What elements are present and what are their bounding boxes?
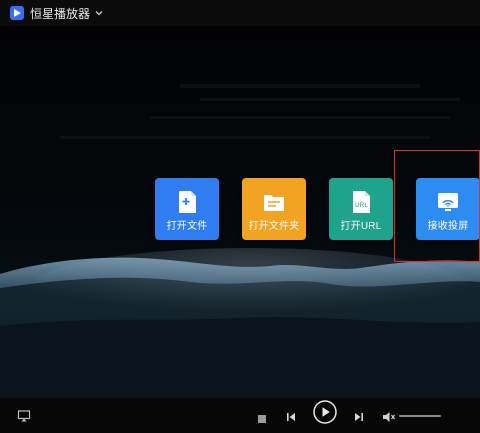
background-image bbox=[0, 26, 480, 398]
open-file-tile[interactable]: 打开文件 bbox=[155, 178, 219, 240]
receive-cast-label: 接收投屏 bbox=[427, 221, 469, 232]
volume-slider[interactable] bbox=[399, 415, 441, 417]
chevron-down-icon[interactable] bbox=[94, 8, 104, 18]
title-bar: 恒星播放器 bbox=[0, 0, 480, 26]
svg-text:URL: URL bbox=[355, 202, 368, 209]
play-icon[interactable] bbox=[313, 400, 337, 428]
cast-screen-icon bbox=[435, 189, 461, 219]
folder-icon bbox=[261, 189, 287, 219]
previous-icon[interactable] bbox=[285, 408, 297, 427]
stop-icon[interactable] bbox=[257, 409, 267, 428]
app-logo-icon bbox=[10, 6, 24, 20]
player-stage[interactable]: 打开文件 打开文件夹 URL 打开URL 接收投屏 bbox=[0, 26, 480, 398]
open-folder-label: 打开文件夹 bbox=[248, 221, 300, 232]
volume-icon[interactable] bbox=[382, 408, 396, 427]
url-file-icon: URL bbox=[348, 189, 374, 219]
screen-cast-small-icon[interactable] bbox=[17, 408, 31, 427]
open-folder-tile[interactable]: 打开文件夹 bbox=[242, 178, 306, 240]
open-file-label: 打开文件 bbox=[166, 221, 208, 232]
control-bar bbox=[0, 398, 480, 433]
next-icon[interactable] bbox=[353, 408, 365, 427]
receive-cast-tile[interactable]: 接收投屏 bbox=[416, 178, 480, 240]
file-add-icon bbox=[174, 189, 200, 219]
app-title[interactable]: 恒星播放器 bbox=[30, 5, 90, 22]
open-url-label: 打开URL bbox=[340, 221, 382, 232]
open-url-tile[interactable]: URL 打开URL bbox=[329, 178, 393, 240]
